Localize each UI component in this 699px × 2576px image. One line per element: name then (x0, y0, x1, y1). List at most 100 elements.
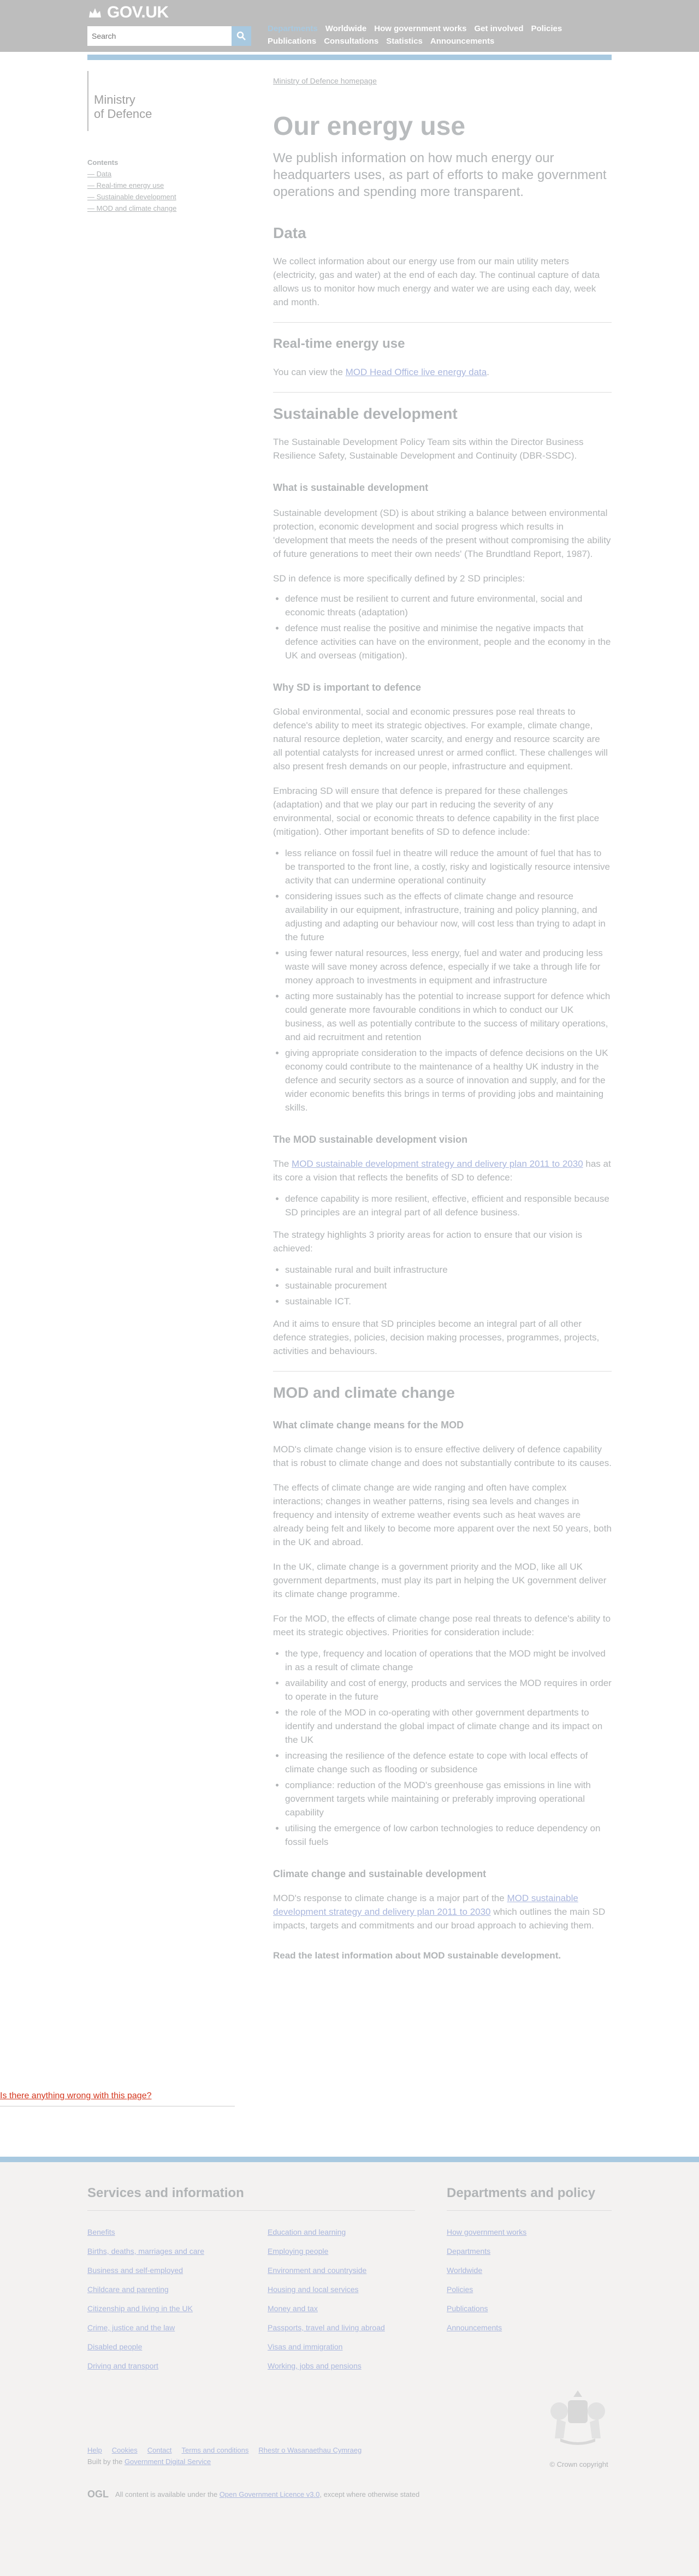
data-heading: Data (273, 224, 306, 241)
cc-heading: MOD and climate change (273, 1384, 455, 1401)
nav-how-government-works[interactable]: How government works (374, 24, 466, 33)
footer-link[interactable]: Citizenship and living in the UK (87, 2304, 193, 2313)
nav-statistics[interactable]: Statistics (386, 37, 423, 46)
footer-contact-link[interactable]: Contact (147, 2446, 172, 2454)
breadcrumb[interactable]: Ministry of Defence homepage (273, 76, 377, 85)
footer-link[interactable]: Announcements (447, 2323, 502, 2332)
footer-link[interactable]: Benefits (87, 2228, 115, 2236)
footer-link[interactable]: Crime, justice and the law (87, 2323, 175, 2332)
nav-departments[interactable]: Departments (268, 24, 318, 33)
nav-worldwide[interactable]: Worldwide (325, 24, 367, 33)
nav-publications[interactable]: Publications (268, 37, 316, 46)
logo-text: GOV.UK (107, 3, 169, 21)
footer-link[interactable]: Driving and transport (87, 2361, 158, 2370)
cc-uk-text: In the UK, climate change is a governmen… (273, 1562, 607, 1599)
list-item: availability and cost of energy, product… (285, 1676, 612, 1704)
footer-link[interactable]: How government works (447, 2228, 526, 2236)
sd-embracing-text: Embracing SD will ensure that defence is… (273, 786, 600, 837)
sd-vision-heading: The MOD sustainable development vision (273, 1134, 468, 1145)
cc-priorities-list: the type, frequency and location of oper… (273, 1647, 612, 1849)
footer-link[interactable]: Environment and countryside (268, 2266, 366, 2275)
govuk-logo-link[interactable]: GOV.UK (87, 3, 169, 22)
sd-principles-list: defence must be resilient to current and… (273, 592, 612, 662)
live-energy-data-link[interactable]: MOD Head Office live energy data (346, 367, 487, 377)
footer-link[interactable]: Business and self-employed (87, 2266, 183, 2275)
cc-vision-text: MOD's climate change vision is to ensure… (273, 1444, 612, 1468)
footer-link[interactable]: Worldwide (447, 2266, 482, 2275)
sd-priorities-list: sustainable rural and built infrastructu… (273, 1263, 612, 1308)
contents-link-real-time[interactable]: Real-time energy use (87, 181, 235, 189)
nav-policies[interactable]: Policies (531, 24, 562, 33)
services-links-col1: Benefits Births, deaths, marriages and c… (87, 2227, 268, 2380)
list-item: increasing the resilience of the defence… (285, 1749, 612, 1776)
feedback-bar: Is there anything wrong with this page? (0, 2091, 235, 2106)
footer-link[interactable]: Passports, travel and living abroad (268, 2323, 385, 2332)
report-problem-link[interactable]: Is there anything wrong with this page? (0, 2091, 152, 2100)
footer-meta: Help Cookies Contact Terms and condition… (87, 2446, 612, 2500)
footer-terms-link[interactable]: Terms and conditions (182, 2446, 249, 2454)
list-item: sustainable rural and built infrastructu… (285, 1263, 612, 1277)
contents-link-climate[interactable]: MOD and climate change (87, 204, 235, 212)
licence-row: OGL All content is available under the O… (87, 2489, 612, 2500)
cc-sd-heading: Climate change and sustainable developme… (273, 1868, 487, 1879)
footer-link[interactable]: Births, deaths, marriages and care (87, 2247, 204, 2256)
contents-link-sustainable[interactable]: Sustainable development (87, 193, 235, 201)
footer-link[interactable]: Publications (447, 2304, 488, 2313)
nav-announcements[interactable]: Announcements (430, 37, 495, 46)
footer-link[interactable]: Childcare and parenting (87, 2285, 169, 2294)
footer-link[interactable]: Visas and immigration (268, 2342, 342, 2351)
org-name-line1: Ministry (94, 93, 135, 106)
data-text: We collect information about our energy … (273, 256, 600, 307)
realtime-text: You can view the MOD Head Office live en… (273, 367, 489, 377)
footer-link[interactable]: Money and tax (268, 2304, 318, 2313)
list-item: acting more sustainably has the potentia… (285, 989, 612, 1044)
departments-column: Departments and policy How government wo… (447, 2184, 612, 2342)
contents-title: Contents (87, 158, 119, 167)
footer-cookies-link[interactable]: Cookies (112, 2446, 138, 2454)
list-item: the role of the MOD in co-operating with… (285, 1706, 612, 1747)
list-item: sustainable ICT. (285, 1295, 612, 1308)
sd-why-heading: Why SD is important to defence (273, 682, 422, 693)
list-item: defence capability is more resilient, ef… (285, 1192, 612, 1219)
site-header: GOV.UK Departments Worldwide How governm… (0, 0, 699, 52)
footer-welsh-link[interactable]: Rhestr o Wasanaethau Cymraeg (258, 2446, 362, 2454)
footer-help-link[interactable]: Help (87, 2446, 102, 2454)
search-button[interactable] (232, 26, 251, 46)
main-navigation: Departments Worldwide How government wor… (268, 24, 573, 46)
footer-link[interactable]: Housing and local services (268, 2285, 359, 2294)
list-item: using fewer natural resources, less ener… (285, 946, 612, 987)
cc-what-heading: What climate change means for the MOD (273, 1420, 464, 1431)
footer-link[interactable]: Employing people (268, 2247, 328, 2256)
sd-defined-text: SD in defence is more specifically defin… (273, 573, 525, 584)
nav-consultations[interactable]: Consultations (324, 37, 378, 46)
sd-vision-text: The MOD sustainable development strategy… (273, 1159, 611, 1183)
cc-latest-text: Read the latest information about MOD su… (273, 1950, 561, 1961)
footer-link[interactable]: Disabled people (87, 2342, 142, 2351)
nav-get-involved[interactable]: Get involved (474, 24, 523, 33)
organisation-logo[interactable]: Ministry of Defence (87, 71, 235, 131)
departments-links: How government works Departments Worldwi… (447, 2227, 612, 2332)
sd-what-text: Sustainable development (SD) is about st… (273, 508, 611, 559)
sd-aims-text: And it aims to ensure that SD principles… (273, 1319, 600, 1356)
page-title: Our energy use (273, 112, 466, 141)
search-input[interactable] (87, 26, 232, 46)
royal-coat-of-arms-icon (550, 2390, 605, 2445)
list-item: compliance: reduction of the MOD's green… (285, 1778, 612, 1819)
gds-link[interactable]: Government Digital Service (125, 2458, 211, 2466)
services-links-col2: Education and learning Employing people … (268, 2227, 415, 2380)
sd-strategy-link[interactable]: MOD sustainable development strategy and… (292, 1159, 583, 1169)
footer-link[interactable]: Working, jobs and pensions (268, 2361, 362, 2370)
ogl-link[interactable]: Open Government Licence v3.0 (220, 2490, 320, 2498)
contents-link-data[interactable]: Data (87, 170, 235, 178)
footer-link[interactable]: Departments (447, 2247, 490, 2256)
departments-heading: Departments and policy (447, 2184, 612, 2211)
footer-link[interactable]: Education and learning (268, 2228, 346, 2236)
list-item: the type, frequency and location of oper… (285, 1647, 612, 1674)
footer-link[interactable]: Policies (447, 2285, 473, 2294)
cc-effects-text: The effects of climate change are wide r… (273, 1482, 612, 1547)
crown-icon (87, 6, 103, 19)
page-lede: We publish information on how much energ… (273, 151, 607, 199)
services-heading: Services and information (87, 2184, 415, 2211)
list-item: utilising the emergence of low carbon te… (285, 1821, 612, 1849)
site-footer: Services and information Benefits Births… (0, 2157, 699, 2576)
